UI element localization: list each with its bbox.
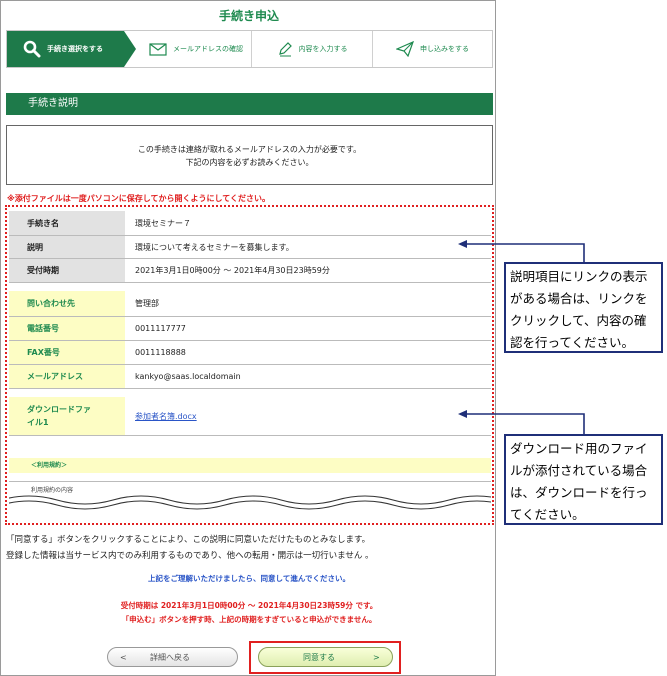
callout-line: てください。 (510, 507, 585, 522)
callout-line: ダウンロード用のファイ (510, 441, 648, 456)
callout-line: は、ダウンロードを行っ (510, 485, 648, 500)
callout-line: 認を行ってください。 (510, 335, 635, 350)
callout-link-explanation: 説明項目にリンクの表示 がある場合は、リンクを クリックして、内容の確 認を行っ… (504, 262, 663, 353)
callout-line: がある場合は、リンクを (510, 291, 648, 306)
callout-download-explanation: ダウンロード用のファイ ルが添付されている場合 は、ダウンロードを行っ てくださ… (504, 434, 663, 525)
callout-line: 説明項目にリンクの表示 (510, 269, 648, 284)
callout-line: クリックして、内容の確 (510, 313, 647, 328)
callout-line: ルが添付されている場合 (510, 463, 648, 478)
